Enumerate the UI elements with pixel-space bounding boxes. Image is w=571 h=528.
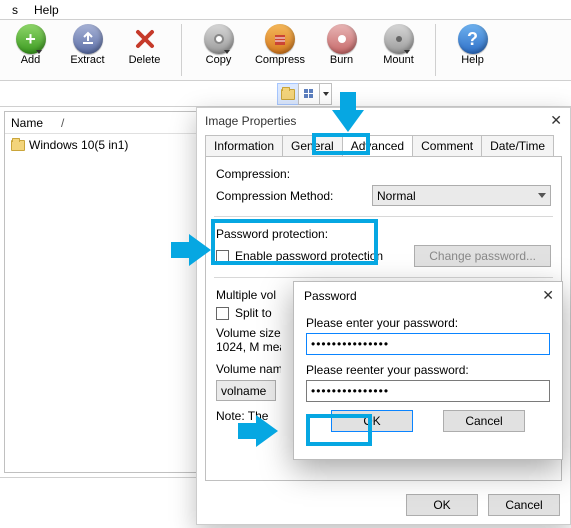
volume-size-hint: 1024, M means xyxy=(216,340,281,354)
enable-password-label: Enable password protection xyxy=(235,249,383,263)
toolbar-label: Burn xyxy=(330,54,353,66)
volume-name-label: Volume name: xyxy=(216,362,281,376)
tree-header[interactable]: Name / xyxy=(5,112,196,134)
cancel-button[interactable]: Cancel xyxy=(488,494,560,516)
divider xyxy=(214,216,553,217)
col-name-header[interactable]: Name xyxy=(11,116,61,130)
add-button[interactable]: + Add xyxy=(2,20,59,80)
toolbar-label: Help xyxy=(461,54,484,66)
extract-icon xyxy=(73,24,103,54)
delete-icon xyxy=(130,24,160,54)
multiple-volumes-label: Multiple volumes: xyxy=(216,288,276,302)
change-password-button[interactable]: Change password... xyxy=(414,245,551,267)
tab-information[interactable]: Information xyxy=(205,135,283,156)
note-label: Note: The xyxy=(216,409,268,423)
view-tree-button[interactable] xyxy=(277,83,299,105)
password-ok-button[interactable]: OK xyxy=(331,410,413,432)
tree-item[interactable]: Windows 10(5 in1) xyxy=(5,134,196,156)
volume-name-select[interactable]: volname xyxy=(216,380,276,401)
burn-button[interactable]: Burn xyxy=(313,20,370,80)
enable-password-checkbox[interactable]: Enable password protection xyxy=(216,249,383,263)
password-confirm-input[interactable]: ••••••••••••••• xyxy=(306,380,550,402)
ok-button[interactable]: OK xyxy=(406,494,478,516)
chevron-down-icon xyxy=(404,50,410,54)
chevron-down-icon xyxy=(323,92,329,96)
checkbox-icon xyxy=(216,250,229,263)
dialog-tabs: Information General Advanced Comment Dat… xyxy=(205,135,562,156)
file-tree[interactable]: Name / Windows 10(5 in1) xyxy=(4,111,197,473)
close-icon[interactable]: ✕ xyxy=(542,287,554,304)
mount-button[interactable]: Mount xyxy=(370,20,427,80)
menu-item-help[interactable]: Help xyxy=(26,2,67,17)
burn-icon xyxy=(327,24,357,54)
tab-advanced[interactable]: Advanced xyxy=(342,135,413,156)
password-dialog: Password ✕ Please enter your password: •… xyxy=(293,281,563,460)
password-cancel-button[interactable]: Cancel xyxy=(443,410,525,432)
compression-label: Compression: xyxy=(216,167,551,181)
view-toolbar xyxy=(0,81,571,107)
split-label: Split to xyxy=(235,306,272,320)
view-dropdown[interactable] xyxy=(319,83,332,105)
password-input[interactable]: ••••••••••••••• xyxy=(306,333,550,355)
help-button[interactable]: ? Help xyxy=(444,20,501,80)
toolbar-label: Delete xyxy=(129,54,161,66)
folder-icon xyxy=(281,89,295,100)
menubar: s Help xyxy=(0,0,571,20)
toolbar-label: Compress xyxy=(255,54,305,66)
toolbar-label: Copy xyxy=(206,54,232,66)
tab-general[interactable]: General xyxy=(282,135,343,156)
split-checkbox[interactable]: Split to xyxy=(216,306,272,320)
checkbox-icon xyxy=(216,307,229,320)
volume-name-value: volname xyxy=(221,384,266,398)
close-icon[interactable]: ✕ xyxy=(550,112,562,129)
grid-icon xyxy=(304,89,314,99)
password-protection-label: Password protection: xyxy=(216,227,551,241)
view-grid-button[interactable] xyxy=(298,83,320,105)
separator xyxy=(435,24,436,76)
tab-comment[interactable]: Comment xyxy=(412,135,482,156)
toolbar-label: Add xyxy=(21,54,41,66)
folder-icon xyxy=(11,140,25,151)
tree-item-label: Windows 10(5 in1) xyxy=(29,138,128,152)
volume-size-label: Volume size: xyxy=(216,326,281,340)
menu-item[interactable]: s xyxy=(4,2,26,17)
divider xyxy=(214,277,553,278)
password-enter-label: Please enter your password: xyxy=(306,316,550,330)
password-dialog-title: Password xyxy=(304,289,357,303)
dialog-title: Image Properties xyxy=(205,114,296,128)
compress-icon xyxy=(265,24,295,54)
password-reenter-label: Please reenter your password: xyxy=(306,363,550,377)
compress-button[interactable]: Compress xyxy=(247,20,313,80)
chevron-down-icon xyxy=(538,193,546,198)
separator xyxy=(181,24,182,76)
extract-button[interactable]: Extract xyxy=(59,20,116,80)
copy-button[interactable]: Copy xyxy=(190,20,247,80)
toolbar-label: Mount xyxy=(383,54,414,66)
compression-method-label: Compression Method: xyxy=(216,189,366,203)
toolbar-label: Extract xyxy=(70,54,104,66)
toolbar: + Add Extract Delete Copy Compress Burn xyxy=(0,20,571,81)
compression-method-select[interactable]: Normal xyxy=(372,185,551,206)
chevron-down-icon xyxy=(36,50,42,54)
compression-method-value: Normal xyxy=(377,189,416,203)
help-icon: ? xyxy=(458,24,488,54)
chevron-down-icon xyxy=(224,50,230,54)
delete-button[interactable]: Delete xyxy=(116,20,173,80)
tab-datetime[interactable]: Date/Time xyxy=(481,135,554,156)
